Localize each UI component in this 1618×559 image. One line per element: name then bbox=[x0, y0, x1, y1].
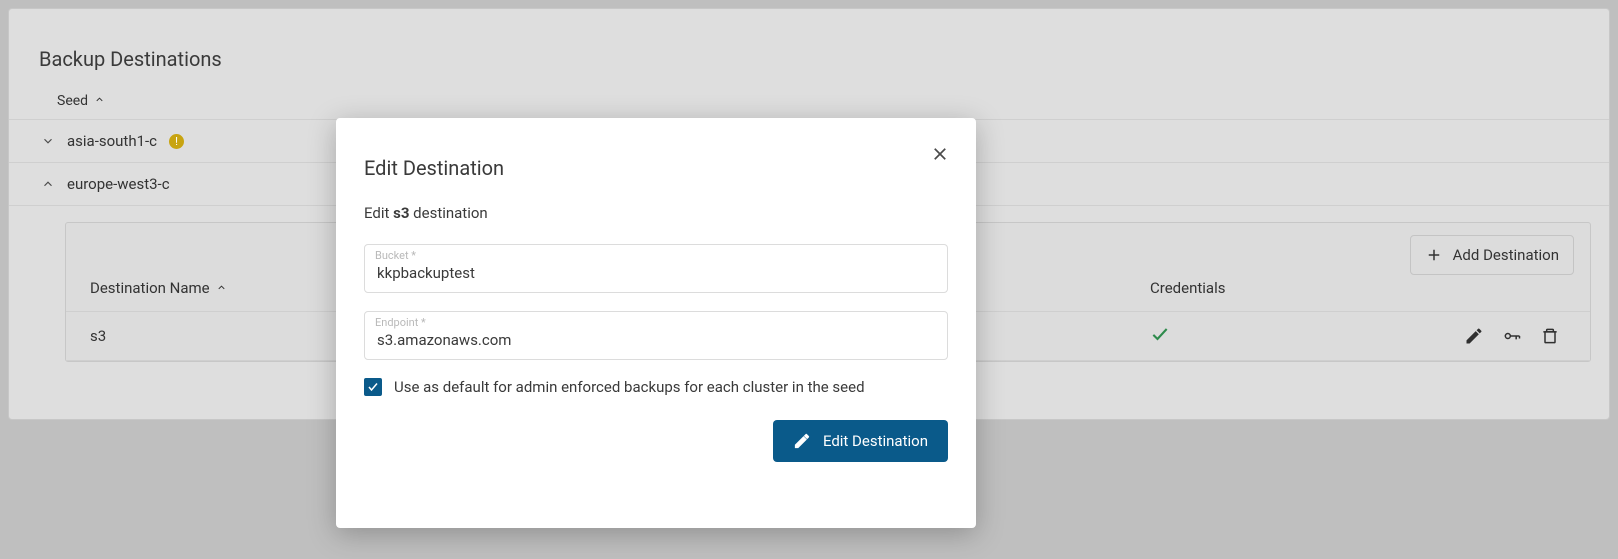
default-checkbox-row: Use as default for admin enforced backup… bbox=[364, 378, 948, 396]
column-header-credentials[interactable]: Credentials bbox=[1150, 279, 1400, 297]
edit-icon[interactable] bbox=[1464, 326, 1484, 346]
edit-destination-button[interactable]: Edit Destination bbox=[773, 420, 948, 462]
chevron-up-icon bbox=[216, 279, 227, 297]
endpoint-label: Endpoint * bbox=[375, 316, 426, 329]
bucket-field[interactable]: Bucket * bbox=[364, 244, 948, 293]
credentials-cell bbox=[1150, 324, 1400, 348]
edit-icon bbox=[793, 432, 811, 450]
page-title: Backup Destinations bbox=[9, 45, 1609, 85]
chevron-up-icon bbox=[41, 177, 55, 191]
subtitle-prefix: Edit bbox=[364, 204, 393, 222]
subtitle-target: s3 bbox=[393, 204, 409, 222]
modal-title: Edit Destination bbox=[364, 156, 948, 180]
column-name-label: Destination Name bbox=[90, 279, 210, 297]
chevron-down-icon bbox=[41, 134, 55, 148]
seed-name: europe-west3-c bbox=[67, 175, 170, 193]
edit-destination-button-label: Edit Destination bbox=[823, 432, 928, 450]
endpoint-field[interactable]: Endpoint * bbox=[364, 311, 948, 360]
row-actions bbox=[1400, 326, 1566, 346]
bucket-label: Bucket * bbox=[375, 249, 416, 262]
add-destination-label: Add Destination bbox=[1453, 246, 1559, 264]
delete-icon[interactable] bbox=[1540, 326, 1560, 346]
check-icon bbox=[367, 381, 379, 393]
modal-actions: Edit Destination bbox=[364, 420, 948, 462]
seed-column-header[interactable]: Seed bbox=[9, 85, 1609, 120]
seed-name: asia-south1-c bbox=[67, 132, 157, 150]
subtitle-suffix: destination bbox=[409, 204, 487, 222]
plus-icon bbox=[1425, 246, 1443, 264]
default-checkbox-label: Use as default for admin enforced backup… bbox=[394, 378, 865, 396]
warning-icon: ! bbox=[169, 134, 184, 149]
chevron-up-icon bbox=[94, 93, 105, 109]
close-button[interactable] bbox=[922, 136, 958, 172]
credentials-icon[interactable] bbox=[1502, 326, 1522, 346]
bucket-input[interactable] bbox=[377, 264, 935, 282]
seed-header-label: Seed bbox=[57, 93, 88, 109]
modal-subtitle: Edit s3 destination bbox=[364, 204, 948, 222]
add-destination-button[interactable]: Add Destination bbox=[1410, 235, 1574, 275]
edit-destination-modal: Edit Destination Edit s3 destination Buc… bbox=[336, 118, 976, 528]
close-icon bbox=[931, 145, 949, 163]
default-checkbox[interactable] bbox=[364, 378, 382, 396]
check-icon bbox=[1150, 324, 1170, 344]
endpoint-input[interactable] bbox=[377, 331, 935, 349]
